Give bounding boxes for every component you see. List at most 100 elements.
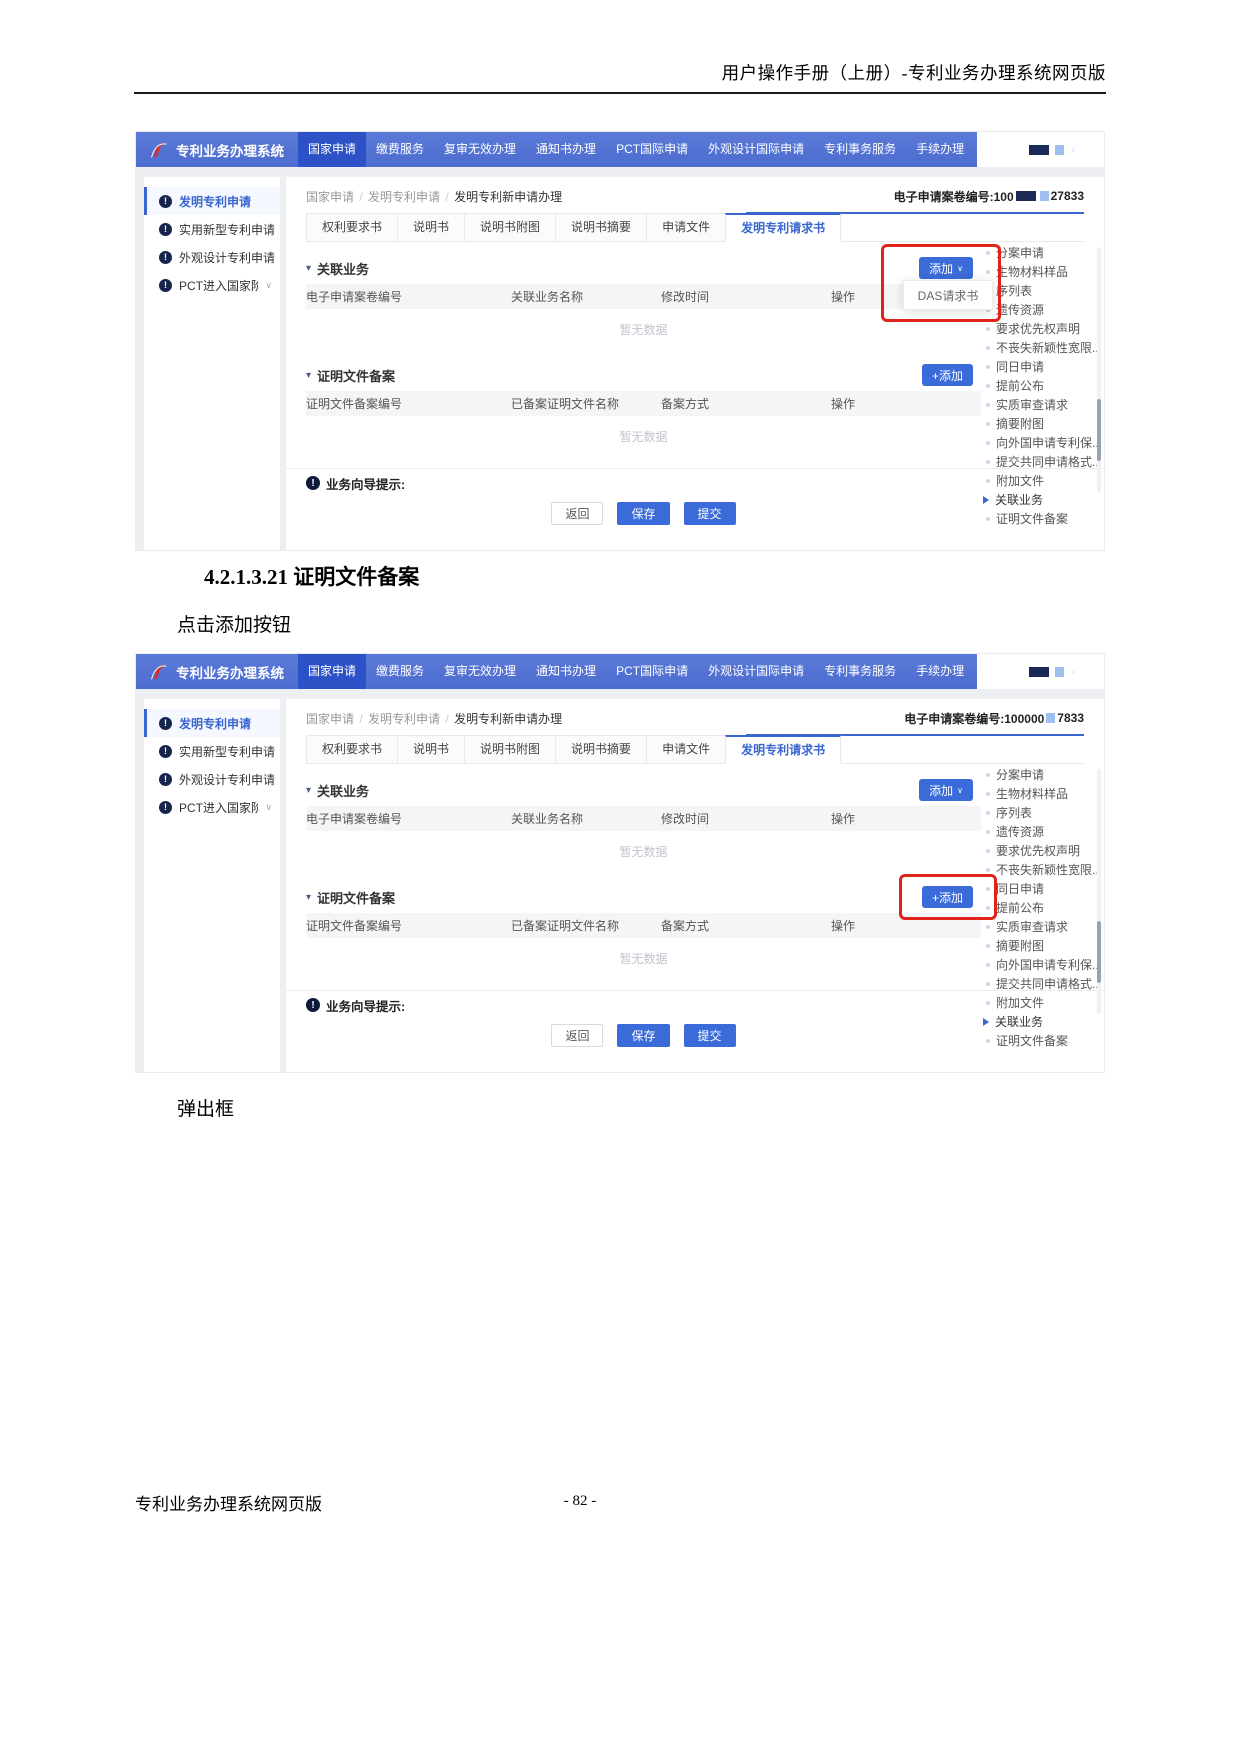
anchor-item[interactable]: 提交共同申请格式... [986, 974, 1098, 993]
anchor-item[interactable]: 附加文件 [986, 471, 1098, 490]
anchor-item[interactable]: 不丧失新颖性宽限... [986, 338, 1098, 357]
anchor-item[interactable]: 序列表 [986, 803, 1098, 822]
tab[interactable]: 发明专利请求书 [725, 213, 841, 242]
navbar-item[interactable]: PCT国际申请 [606, 132, 698, 167]
anchor-item[interactable]: 提前公布 [986, 898, 1098, 917]
navbar-item[interactable]: 外观设计国际申请 [698, 132, 814, 167]
navbar-item[interactable]: 专利事务服务 [814, 132, 906, 167]
add-dropdown-button[interactable]: 添加 ∨ [919, 257, 973, 279]
caret-down-icon[interactable]: ▾ [306, 892, 311, 903]
anchor-item[interactable]: 要求优先权声明 [986, 841, 1098, 860]
anchor-item[interactable]: 摘要附图 [986, 936, 1098, 955]
scrollbar-thumb[interactable] [1097, 921, 1101, 983]
sidebar-item[interactable]: ! 发明专利申请 [144, 187, 280, 215]
anchor-item[interactable]: 同日申请 [986, 357, 1098, 376]
anchor-item[interactable]: 向外国申请专利保... [986, 433, 1098, 452]
sidebar-item[interactable]: ! 实用新型专利申请 [144, 737, 280, 765]
chevron-down-icon[interactable]: ∨ [265, 280, 272, 291]
sidebar-item[interactable]: ! 外观设计专利申请 [144, 243, 280, 271]
user-avatar-icon[interactable] [1006, 663, 1023, 680]
navbar-item[interactable]: 缴费服务 [366, 132, 434, 167]
submit-button[interactable]: 提交 [684, 1024, 736, 1047]
navbar-item[interactable]: 通知书办理 [526, 654, 606, 689]
caret-down-icon[interactable]: ▾ [306, 785, 311, 796]
anchor-item[interactable]: 要求优先权声明 [986, 319, 1098, 338]
anchor-item[interactable]: 分案申请 [986, 765, 1098, 784]
tab[interactable]: 说明书 [397, 735, 465, 764]
anchor-item[interactable]: 不丧失新颖性宽限... [986, 860, 1098, 879]
anchor-item[interactable]: 实质审查请求 [986, 395, 1098, 414]
anchor-item[interactable]: 分案申请 [986, 243, 1098, 262]
sidebar-item[interactable]: ! PCT进入国家阶段申请 ∨ [144, 793, 280, 821]
add-dropdown-button[interactable]: 添加 ∨ [919, 779, 973, 801]
back-button[interactable]: 返回 [551, 1024, 603, 1047]
add-certificate-button[interactable]: +添加 [922, 364, 973, 386]
anchor-item[interactable]: 同日申请 [986, 879, 1098, 898]
breadcrumb-item[interactable]: 发明专利申请 [368, 712, 454, 726]
tab[interactable]: 说明书摘要 [555, 213, 647, 242]
save-button[interactable]: 保存 [617, 1024, 669, 1047]
breadcrumb-item[interactable]: 国家申请 [306, 712, 368, 726]
chevron-down-icon[interactable]: ∨ [265, 802, 272, 813]
scrollbar[interactable] [1097, 769, 1101, 1014]
breadcrumb-item[interactable]: 发明专利申请 [368, 190, 454, 204]
navbar-item[interactable]: 缴费服务 [366, 654, 434, 689]
sidebar-item[interactable]: ! 发明专利申请 [144, 709, 280, 737]
caret-down-icon[interactable]: ▾ [306, 263, 311, 274]
save-button[interactable]: 保存 [617, 502, 669, 525]
tab[interactable]: 发明专利请求书 [725, 735, 841, 764]
breadcrumb-item[interactable]: 发明专利新申请办理 [454, 190, 562, 204]
navbar-item[interactable]: 手续办理 [906, 654, 974, 689]
tab[interactable]: 权利要求书 [306, 735, 398, 764]
tab[interactable]: 权利要求书 [306, 213, 398, 242]
anchor-item[interactable]: 提前公布 [986, 376, 1098, 395]
navbar-item[interactable]: 专利事务服务 [814, 654, 906, 689]
das-request-option[interactable]: DAS请求书 [903, 280, 993, 310]
sidebar-item[interactable]: ! 外观设计专利申请 [144, 765, 280, 793]
navbar-item[interactable]: PCT国际申请 [606, 654, 698, 689]
anchor-item[interactable]: 遗传资源 [986, 822, 1098, 841]
chevron-down-icon[interactable]: ∨ [1070, 144, 1077, 155]
tab[interactable]: 申请文件 [646, 213, 726, 242]
breadcrumb-item[interactable]: 发明专利新申请办理 [454, 712, 562, 726]
back-button[interactable]: 返回 [551, 502, 603, 525]
navbar-item[interactable]: 复审无效办理 [434, 654, 526, 689]
sidebar-item[interactable]: ! 实用新型专利申请 [144, 215, 280, 243]
navbar-item[interactable]: 复审无效办理 [434, 132, 526, 167]
scrollbar[interactable] [1097, 247, 1101, 492]
navbar-item[interactable]: ··· [974, 654, 1006, 689]
caret-down-icon[interactable]: ▾ [306, 370, 311, 381]
anchor-item-label: 附加文件 [996, 994, 1044, 1011]
anchor-item[interactable]: 提交共同申请格式... [986, 452, 1098, 471]
navbar-item[interactable]: 通知书办理 [526, 132, 606, 167]
anchor-item[interactable]: 关联业务 [986, 1012, 1098, 1031]
anchor-item[interactable]: 证明文件备案 [986, 509, 1098, 528]
anchor-item[interactable]: 序列表 [986, 281, 1098, 300]
user-avatar-icon[interactable] [1006, 141, 1023, 158]
tab[interactable]: 说明书附图 [464, 735, 556, 764]
tab[interactable]: 申请文件 [646, 735, 726, 764]
navbar-item[interactable]: 国家申请 [298, 132, 366, 167]
navbar-item[interactable]: 国家申请 [298, 654, 366, 689]
scrollbar-thumb[interactable] [1097, 399, 1101, 461]
submit-button[interactable]: 提交 [684, 502, 736, 525]
tab[interactable]: 说明书附图 [464, 213, 556, 242]
anchor-item[interactable]: 遗传资源 [986, 300, 1098, 319]
breadcrumb-item[interactable]: 国家申请 [306, 190, 368, 204]
navbar-item[interactable]: 手续办理 [906, 132, 974, 167]
anchor-item[interactable]: 生物材料样品 [986, 262, 1098, 281]
anchor-item[interactable]: 生物材料样品 [986, 784, 1098, 803]
anchor-item[interactable]: 摘要附图 [986, 414, 1098, 433]
navbar-item[interactable]: ··· [974, 132, 1006, 167]
anchor-item[interactable]: 实质审查请求 [986, 917, 1098, 936]
anchor-item[interactable]: 证明文件备案 [986, 1031, 1098, 1050]
navbar-item[interactable]: 外观设计国际申请 [698, 654, 814, 689]
anchor-item[interactable]: 关联业务 [986, 490, 1098, 509]
add-certificate-button[interactable]: +添加 [922, 886, 973, 908]
sidebar-item[interactable]: ! PCT进入国家阶段申请 ∨ [144, 271, 280, 299]
chevron-down-icon[interactable]: ∨ [1070, 666, 1077, 677]
anchor-item[interactable]: 附加文件 [986, 993, 1098, 1012]
tab[interactable]: 说明书摘要 [555, 735, 647, 764]
tab[interactable]: 说明书 [397, 213, 465, 242]
anchor-item[interactable]: 向外国申请专利保... [986, 955, 1098, 974]
